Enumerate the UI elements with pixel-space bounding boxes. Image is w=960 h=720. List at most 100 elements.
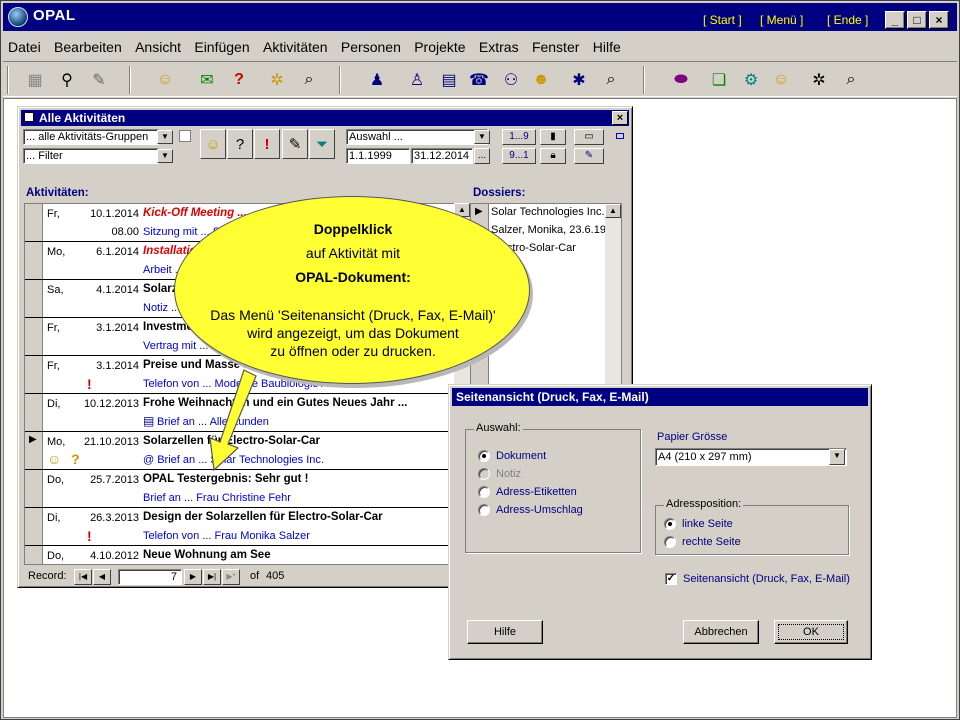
couple-icon[interactable]: ⚇	[497, 66, 525, 94]
minimize-button[interactable]: _	[885, 11, 905, 29]
menu-projekte[interactable]: Projekte	[409, 37, 470, 57]
new-record-button[interactable]: ▶*	[222, 569, 240, 585]
phone-icon[interactable]: ☎	[465, 66, 493, 94]
book-icon[interactable]: ▮	[540, 129, 566, 145]
star-smiley-icon[interactable]: ✲	[263, 66, 291, 94]
lock-icon[interactable]: 🔒︎	[540, 148, 566, 164]
radio-adress-etiketten-label[interactable]: Adress-Etiketten	[496, 486, 577, 498]
row-selector[interactable]	[25, 546, 43, 564]
doc-smiley-icon[interactable]: ❏	[705, 66, 733, 94]
eraser2-icon[interactable]: ✎	[574, 148, 604, 164]
menu-bearbeiten[interactable]: Bearbeiten	[49, 37, 127, 57]
row-selector[interactable]	[25, 470, 43, 507]
radio-linke-seite-label[interactable]: linke Seite	[682, 518, 733, 530]
radio-dokument-label[interactable]: Dokument	[496, 450, 546, 462]
smiley-icon[interactable]: ☺	[151, 66, 179, 94]
grid-icon[interactable]: ▦	[21, 66, 49, 94]
activities-close-button[interactable]: ×	[612, 111, 628, 125]
hilfe-button[interactable]: Hilfe	[467, 620, 543, 644]
person-doc-icon[interactable]: ♙	[403, 66, 431, 94]
row-selector[interactable]	[25, 318, 43, 355]
search-doc-icon[interactable]: ⌕	[295, 66, 323, 94]
radio-adress-etiketten[interactable]	[478, 486, 490, 498]
smiley-filter-button[interactable]: ☺	[200, 129, 226, 159]
chevron-down-icon[interactable]: ▼	[829, 449, 845, 465]
callout-line: auf Aktivität mit	[305, 245, 401, 261]
question-filter-button[interactable]: ?	[227, 129, 253, 159]
menu-datei[interactable]: Datei	[3, 37, 46, 57]
menu-aktivitaeten[interactable]: Aktivitäten	[258, 37, 333, 57]
row-selector[interactable]	[25, 204, 43, 241]
eraser-icon[interactable]: ✎	[85, 66, 113, 94]
edit-filter-button[interactable]: ✎	[282, 129, 308, 159]
restore-icon[interactable]	[616, 133, 624, 139]
record-number-field[interactable]: 7	[118, 569, 182, 585]
row-selector[interactable]	[25, 280, 43, 317]
exclamation-filter-button[interactable]: !	[254, 129, 280, 159]
seitenansicht-checkbox[interactable]: ✓	[665, 573, 677, 585]
sort-desc-button[interactable]: 9...1	[502, 148, 536, 164]
menu-extras[interactable]: Extras	[474, 37, 524, 57]
close-button[interactable]: ×	[929, 11, 949, 29]
menu-personen[interactable]: Personen	[336, 37, 406, 57]
card-icon[interactable]: ▭	[574, 129, 604, 145]
date-picker-button[interactable]: ...	[474, 148, 490, 164]
star-gear-icon[interactable]: ✲	[805, 66, 833, 94]
smiley2-icon[interactable]: ☺	[767, 66, 795, 94]
note-question-icon[interactable]: ✉	[193, 66, 221, 94]
funnel-icon[interactable]: ⏷	[309, 129, 335, 159]
chevron-down-icon[interactable]: ▼	[157, 130, 173, 144]
abbrechen-button[interactable]: Abbrechen	[683, 620, 759, 644]
row-selector[interactable]	[25, 508, 43, 545]
radio-rechte-seite[interactable]	[664, 536, 676, 548]
radio-linke-seite[interactable]	[664, 518, 676, 530]
radio-dokument[interactable]	[478, 450, 490, 462]
question-icon[interactable]: ?	[225, 66, 253, 94]
activity-row[interactable]: Do, 4.10.2012 Neue Wohnung am See	[25, 546, 461, 564]
chevron-down-icon[interactable]: ▼	[474, 130, 490, 144]
row-selector[interactable]	[25, 394, 43, 431]
next-record-button[interactable]: ▶	[184, 569, 202, 585]
people-icon[interactable]: ♟	[363, 66, 391, 94]
scroll-up-icon[interactable]: ▲	[605, 204, 621, 218]
pills-icon[interactable]: ⬬	[667, 66, 695, 94]
group-checkbox[interactable]	[179, 130, 191, 142]
search-person-icon[interactable]: ⌕	[597, 66, 625, 94]
ok-button[interactable]: OK	[774, 620, 848, 644]
row-selector[interactable]	[25, 356, 43, 393]
search-doc2-icon[interactable]: ⌕	[837, 66, 865, 94]
star-person-icon[interactable]: ✱	[565, 66, 593, 94]
menu-ansicht[interactable]: Ansicht	[130, 37, 186, 57]
ende-link[interactable]: [ Ende ]	[827, 13, 868, 27]
last-record-button[interactable]: ▶|	[203, 569, 221, 585]
radio-adress-umschlag-label[interactable]: Adress-Umschlag	[496, 504, 583, 516]
activity-row[interactable]: Di, 26.3.2013 Design der Solarzellen für E…	[25, 508, 461, 546]
maximize-button[interactable]: □	[907, 11, 927, 29]
auswahl-select[interactable]: Auswahl ...	[346, 129, 488, 145]
gears-icon[interactable]: ⚙	[737, 66, 765, 94]
row-selector[interactable]	[25, 242, 43, 279]
chevron-down-icon[interactable]: ▼	[157, 149, 173, 163]
menu-einfuegen[interactable]: Einfügen	[189, 37, 254, 57]
paper-size-select[interactable]: A4 (210 x 297 mm)	[655, 448, 847, 466]
menu-fenster[interactable]: Fenster	[527, 37, 584, 57]
filter-select[interactable]: ... Filter	[23, 148, 159, 164]
notepad-icon[interactable]: ▤	[435, 66, 463, 94]
date-from-field[interactable]: 1.1.1999	[346, 148, 410, 164]
person-smiley-icon[interactable]: ☻	[527, 66, 555, 94]
window-menu-icon[interactable]	[24, 112, 34, 122]
activity-group-select[interactable]: ... alle Aktivitäts-Gruppen	[23, 129, 159, 145]
seitenansicht-checkbox-label[interactable]: Seitenansicht (Druck, Fax, E-Mail)	[683, 573, 850, 585]
sort-asc-button[interactable]: 1...9	[502, 129, 536, 145]
radio-rechte-seite-label[interactable]: rechte Seite	[682, 536, 741, 548]
radio-adress-umschlag[interactable]	[478, 504, 490, 516]
dossier-item[interactable]: Solar Technologies Inc.	[491, 206, 605, 218]
prev-record-button[interactable]: ◀	[93, 569, 111, 585]
start-link[interactable]: [ Start ]	[703, 13, 742, 27]
record-total: 405	[266, 570, 285, 582]
binoculars-icon[interactable]: ⚲	[53, 66, 81, 94]
menu-link[interactable]: [ Menü ]	[760, 13, 803, 27]
first-record-button[interactable]: |◀	[74, 569, 92, 585]
menu-hilfe[interactable]: Hilfe	[588, 37, 626, 57]
date-to-field[interactable]: 31.12.2014	[411, 148, 473, 164]
